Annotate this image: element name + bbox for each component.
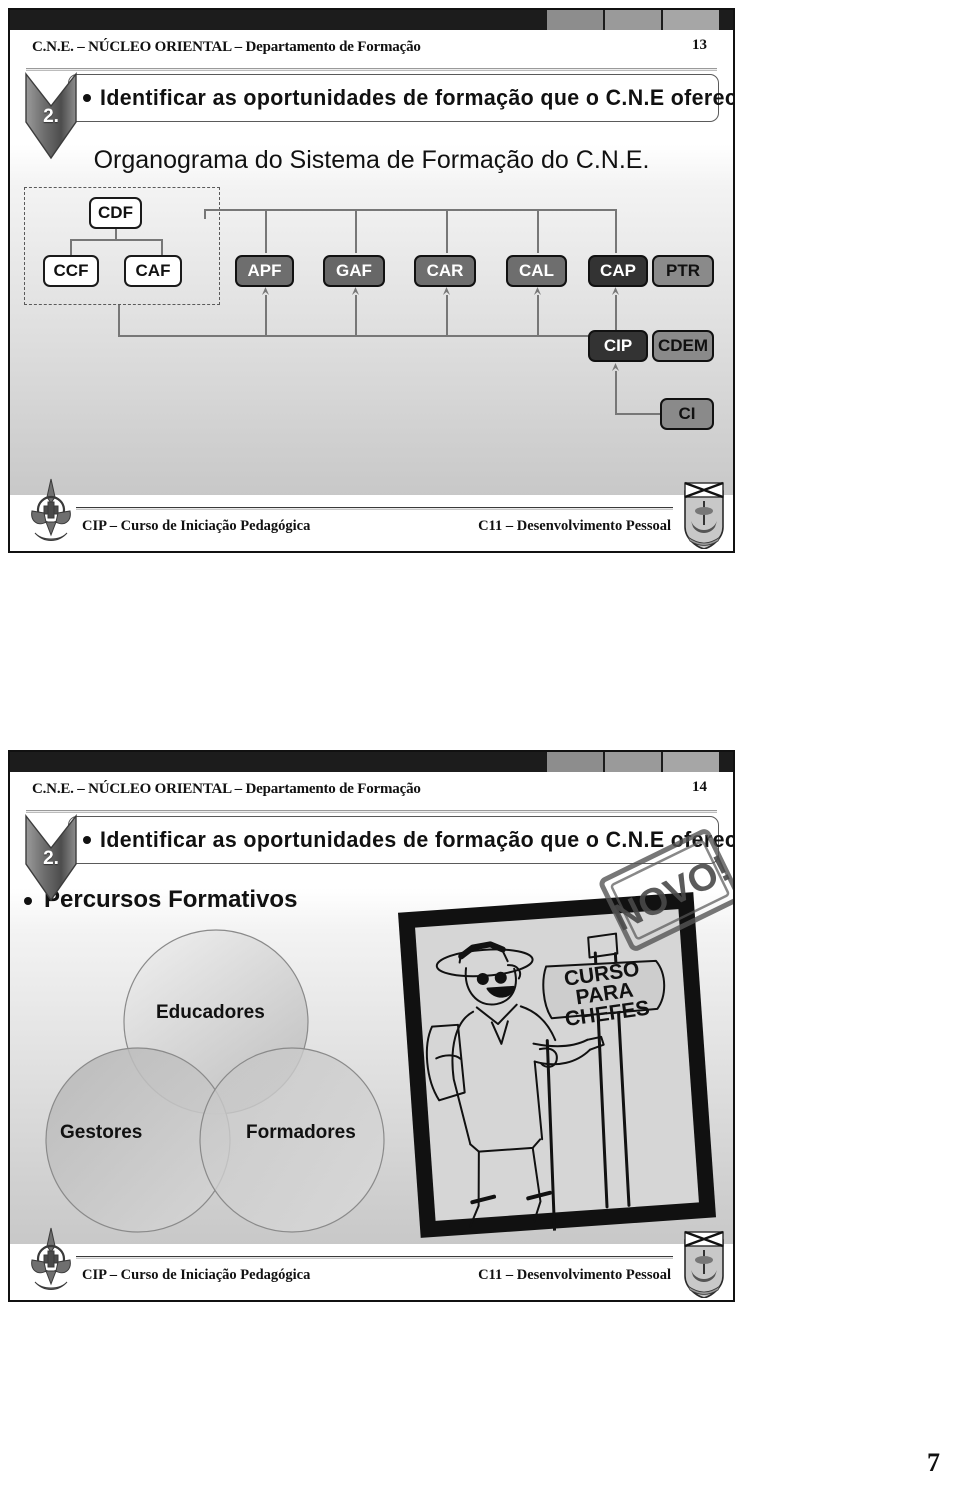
connector-line [615,371,617,414]
connector-line [355,209,357,253]
objective-text: Identificar as oportunidades de formação… [100,85,735,110]
org-node-cip[interactable]: CIP [588,330,648,362]
top-band-segment-2 [605,752,661,772]
footer-left-text: CIP – Curso de Iniciação Pedagógica [82,1267,311,1283]
slide-subtitle: Organograma do Sistema de Formação do C.… [93,146,650,174]
percursos-label: Percursos Formativos [44,886,298,913]
slide-number: 14 [692,779,707,795]
arrow-head-icon [352,287,359,295]
scout-fleur-de-lis-icon [31,1227,71,1290]
organogram-diagram: CDF CCF CAF APF GAF CAR CAL CAP PTR CIP … [10,185,733,450]
objective-text: Identificar as oportunidades de formação… [100,827,735,852]
scout-course-illustration: CURSO PARA CHEFES [397,892,717,1238]
slide-14-body: C.N.E. – NÚCLEO ORIENTAL – Departamento … [10,772,733,1300]
org-node-ccf[interactable]: CCF [43,255,99,287]
connector-line [615,209,617,253]
arrow-head-icon [612,287,619,295]
slide-14-footer: CIP – Curso de Iniciação Pedagógica C11 … [10,1227,733,1300]
lisboa-coat-of-arms-icon [684,481,724,549]
footer-right-text: C11 – Desenvolvimento Pessoal [478,1267,671,1283]
top-band-segment-2 [605,10,661,30]
connector-line [161,239,163,255]
slide-top-band [10,10,733,30]
connector-line [446,295,448,336]
connector-line [265,295,267,336]
connector-line [537,295,539,336]
footer-left-text: CIP – Curso de Iniciação Pedagógica [82,518,311,534]
arrow-head-icon [612,363,619,371]
objective-box: Identificar as oportunidades de formação… [68,816,733,864]
top-band-segment-3 [663,10,719,30]
slide-top-band [10,752,733,772]
venn-label-gestores: Gestores [60,1122,143,1143]
footer-right-text: C11 – Desenvolvimento Pessoal [478,518,671,534]
org-node-apf[interactable]: APF [235,255,294,287]
scout-fleur-de-lis-icon [31,478,71,541]
top-band-segment-3 [663,752,719,772]
org-node-cap[interactable]: CAP [588,255,648,287]
connector-line [115,229,117,241]
slide-number: 13 [692,37,707,53]
connector-line [446,209,448,253]
page-title: C.N.E. – NÚCLEO ORIENTAL – Departamento … [32,781,421,797]
connector-line [537,209,539,253]
venn-label-educadores: Educadores [156,1002,265,1023]
slide-13-body: C.N.E. – NÚCLEO ORIENTAL – Departamento … [10,30,733,551]
slide-14: C.N.E. – NÚCLEO ORIENTAL – Departamento … [8,750,735,1302]
connector-line [355,295,357,336]
org-node-ci[interactable]: CI [660,398,714,430]
page-title: C.N.E. – NÚCLEO ORIENTAL – Departamento … [32,39,421,55]
top-band-segment-1 [547,10,603,30]
top-band-tail [721,752,733,772]
connector-bus-bottom [118,335,618,337]
arrow-head-icon [443,287,450,295]
connector-line [118,305,120,336]
footer-divider [76,1256,673,1259]
arrow-head-icon [262,287,269,295]
org-node-gaf[interactable]: GAF [323,255,385,287]
bullet-icon [83,836,91,844]
objective-box: Identificar as oportunidades de formação… [68,74,733,122]
top-band-tail [721,10,733,30]
org-node-cal[interactable]: CAL [506,255,567,287]
objective-marker: 2. [43,106,59,127]
org-node-car[interactable]: CAR [414,255,476,287]
connector-line [265,209,267,253]
venn-diagram [45,929,385,1233]
arrow-head-icon [534,287,541,295]
slide-14-header: C.N.E. – NÚCLEO ORIENTAL – Departamento … [10,772,733,813]
bullet-icon [83,94,91,102]
org-node-cdf[interactable]: CDF [89,197,142,229]
objective-marker: 2. [43,848,59,869]
objective-banner: 2. Identificar as oportunidades de forma… [10,70,733,160]
document-page-number: 7 [927,1448,940,1477]
connector-line [204,209,206,219]
venn-label-formadores: Formadores [246,1122,356,1143]
footer-divider [76,507,673,510]
slide-13-footer: CIP – Curso de Iniciação Pedagógica C11 … [10,478,733,551]
org-node-ptr[interactable]: PTR [652,255,714,287]
lisboa-coat-of-arms-icon [684,1230,724,1298]
connector-line [70,239,72,255]
slide-13-header: C.N.E. – NÚCLEO ORIENTAL – Departamento … [10,30,733,71]
top-band-segment-1 [547,752,603,772]
org-node-caf[interactable]: CAF [124,255,182,287]
slide-13: C.N.E. – NÚCLEO ORIENTAL – Departamento … [8,8,735,553]
org-node-cdem[interactable]: CDEM [652,330,714,362]
